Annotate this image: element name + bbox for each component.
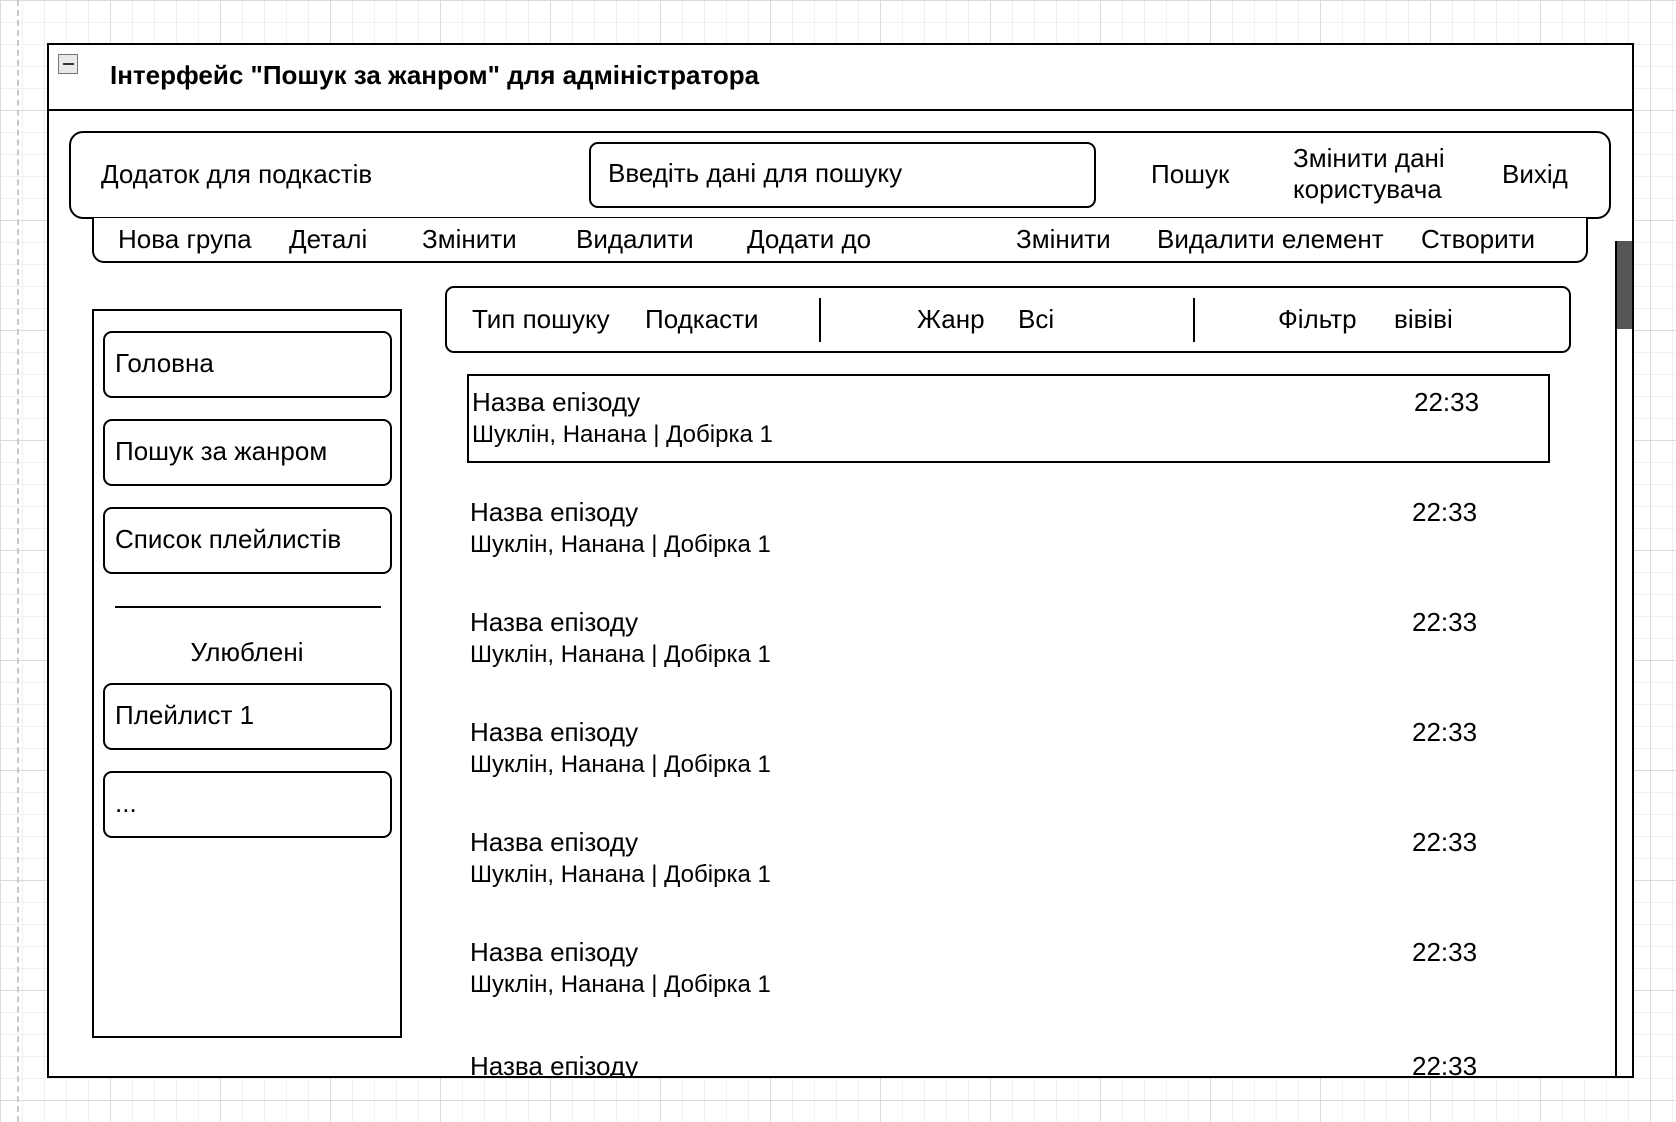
episode-subtitle: Шуклін, Нанана | Добірка 1 (470, 861, 771, 888)
episode-title: Назва епізоду (470, 717, 639, 747)
episode-title: Назва епізоду (470, 827, 639, 857)
episode-subtitle: Шуклін, Нанана | Добірка 1 (472, 421, 773, 448)
episode-title: Назва епізоду (470, 1051, 639, 1078)
episode-duration: 22:33 (1412, 1051, 1478, 1078)
episode-row[interactable]: Назва епізоду Шуклін, Нанана | Добірка 1… (467, 926, 1550, 1015)
episode-subtitle: Шуклін, Нанана | Добірка 1 (470, 971, 771, 998)
episode-duration: 22:33 (1412, 497, 1478, 527)
episode-row[interactable]: Назва епізоду Шуклін, Нанана | Добірка 1… (467, 486, 1550, 575)
episode-list: Назва епізоду Шуклін, Нанана | Добірка 1… (49, 45, 1632, 1076)
episode-subtitle: Шуклін, Нанана | Добірка 1 (470, 641, 771, 668)
episode-row[interactable]: Назва епізоду Шуклін, Нанана | Добірка 1… (467, 596, 1550, 685)
episode-subtitle: Шуклін, Нанана | Добірка 1 (470, 751, 771, 778)
episode-row[interactable]: Назва епізоду Шуклін, Нанана | Добірка 1… (467, 374, 1550, 463)
episode-duration: 22:33 (1412, 607, 1478, 637)
episode-row[interactable]: Назва епізоду Шуклін, Нанана | Добірка 1… (467, 706, 1550, 795)
episode-subtitle: Шуклін, Нанана | Добірка 1 (470, 531, 771, 558)
canvas-guide-line (17, 0, 19, 1122)
episode-duration: 22:33 (1412, 827, 1478, 857)
episode-title: Назва епізоду (470, 497, 639, 527)
episode-title: Назва епізоду (472, 387, 641, 417)
scrollbar[interactable] (1615, 241, 1632, 1076)
episode-duration: 22:33 (1414, 387, 1480, 417)
episode-duration: 22:33 (1412, 717, 1478, 747)
scrollbar-thumb[interactable] (1617, 241, 1632, 329)
episode-duration: 22:33 (1412, 937, 1478, 967)
episode-title: Назва епізоду (470, 607, 639, 637)
episode-title: Назва епізоду (470, 937, 639, 967)
app-window: Інтерфейс "Пошук за жанром" для адмініст… (47, 43, 1634, 1078)
episode-row[interactable]: Назва епізоду 22:33 (467, 1040, 1550, 1078)
episode-row[interactable]: Назва епізоду Шуклін, Нанана | Добірка 1… (467, 816, 1550, 905)
